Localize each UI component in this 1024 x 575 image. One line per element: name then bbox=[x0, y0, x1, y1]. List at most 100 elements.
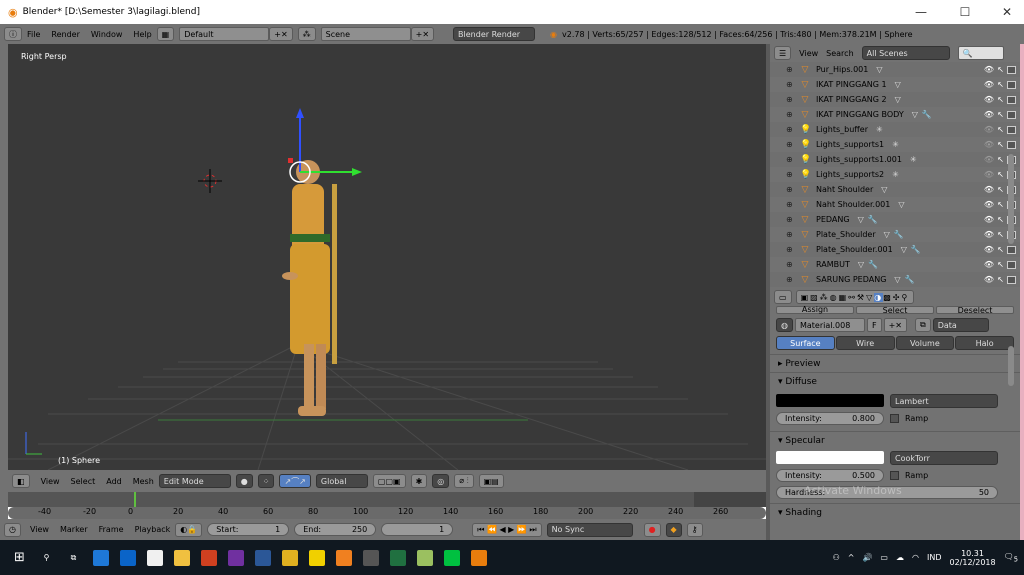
object-name[interactable]: Lights_supports1 bbox=[816, 140, 884, 149]
material-name-field[interactable]: Material.008 bbox=[794, 318, 865, 332]
expand-icon[interactable]: ⊕ bbox=[786, 125, 793, 134]
outliner-item[interactable]: ⊕ ▽ PEDANG ▽ 🔧 👁 ↖ bbox=[770, 212, 1020, 227]
object-name[interactable]: Lights_buffer bbox=[816, 125, 868, 134]
visibility-eye-icon[interactable]: 👁 bbox=[984, 260, 994, 269]
visibility-eye-icon[interactable]: 👁 bbox=[984, 110, 994, 119]
diffuse-panel-header[interactable]: ▾ Diffuse bbox=[770, 372, 1020, 390]
outliner-item[interactable]: ⊕ 💡 Lights_supports2 ✳ 👁 ↖ bbox=[770, 167, 1020, 182]
menu-add[interactable]: Add bbox=[106, 477, 122, 486]
menu-search[interactable]: Search bbox=[826, 49, 853, 58]
outliner-item[interactable]: ⊕ ▽ Plate_Shoulder.001 ▽ 🔧 👁 ↖ bbox=[770, 242, 1020, 257]
notification-center-icon[interactable]: 🗨5 bbox=[1004, 552, 1018, 564]
visibility-eye-icon[interactable]: 👁 bbox=[984, 65, 994, 74]
diffuse-shader-dropdown[interactable]: Lambert bbox=[890, 394, 998, 408]
maximize-button[interactable]: ☐ bbox=[948, 0, 982, 24]
outliner-item[interactable]: ⊕ 💡 Lights_buffer ✳ 👁 ↖ bbox=[770, 122, 1020, 137]
visibility-eye-icon[interactable]: 👁 bbox=[984, 80, 994, 89]
screen-layout-field[interactable]: Default bbox=[179, 27, 270, 41]
specular-shader-dropdown[interactable]: CookTorr bbox=[890, 451, 998, 465]
visibility-eye-icon[interactable]: 👁 bbox=[984, 245, 994, 254]
select-mode-buttons[interactable]: ▢▢▣ bbox=[372, 474, 406, 488]
expand-icon[interactable]: ⊕ bbox=[786, 65, 793, 74]
object-name[interactable]: Naht Shoulder bbox=[816, 185, 873, 194]
line-taskbar-button[interactable] bbox=[438, 540, 465, 575]
properties-scrollbar[interactable] bbox=[1008, 346, 1014, 386]
current-frame-marker[interactable] bbox=[134, 492, 136, 507]
new-material-button[interactable]: +✕ bbox=[883, 318, 907, 332]
material-tab-icon[interactable]: ◑ bbox=[874, 292, 884, 302]
object-name[interactable]: Naht Shoulder.001 bbox=[816, 200, 890, 209]
selectable-cursor-icon[interactable]: ↖ bbox=[997, 215, 1004, 224]
editor-type-properties-button[interactable]: ▭ bbox=[774, 290, 792, 304]
chrome-taskbar-button[interactable] bbox=[276, 540, 303, 575]
expand-icon[interactable]: ⊕ bbox=[786, 95, 793, 104]
visibility-eye-icon[interactable]: 👁 bbox=[984, 155, 994, 164]
selectable-cursor-icon[interactable]: ↖ bbox=[997, 200, 1004, 209]
orientation-dropdown[interactable]: Global bbox=[315, 474, 368, 488]
timeline-ruler[interactable]: -40 -20 0 20 40 60 80 100 120 140 160 180 200 220 240 2… bbox=[8, 507, 766, 519]
file-explorer-taskbar-button[interactable] bbox=[168, 540, 195, 575]
expand-icon[interactable]: ⊕ bbox=[786, 110, 793, 119]
notepad-plus-taskbar-button[interactable] bbox=[411, 540, 438, 575]
mesh-data-icon[interactable]: ▽ bbox=[898, 200, 904, 209]
object-name[interactable]: Plate_Shoulder.001 bbox=[816, 245, 893, 254]
object-name[interactable]: Plate_Shoulder bbox=[816, 230, 876, 239]
menu-frame[interactable]: Frame bbox=[99, 525, 124, 534]
expand-icon[interactable]: ⊕ bbox=[786, 155, 793, 164]
expand-icon[interactable]: ⊕ bbox=[786, 215, 793, 224]
expand-icon[interactable]: ⊕ bbox=[786, 200, 793, 209]
specular-panel-header[interactable]: ▾ Specular bbox=[770, 431, 1020, 449]
timeline-strip[interactable] bbox=[8, 492, 766, 507]
object-name[interactable]: SARUNG PEDANG bbox=[816, 275, 886, 284]
outliner-item[interactable]: ⊕ 💡 Lights_supports1.001 ✳ 👁 ↖ bbox=[770, 152, 1020, 167]
link-dropdown[interactable]: Data bbox=[932, 318, 989, 332]
battery-icon[interactable]: ▭ bbox=[880, 553, 888, 562]
visibility-eye-icon[interactable]: 👁 bbox=[984, 275, 994, 284]
visibility-eye-icon[interactable]: 👁 bbox=[984, 95, 994, 104]
visibility-eye-icon[interactable]: 👁 bbox=[984, 200, 994, 209]
selectable-cursor-icon[interactable]: ↖ bbox=[997, 245, 1004, 254]
menu-select[interactable]: Select bbox=[71, 477, 96, 486]
menu-view[interactable]: View bbox=[41, 477, 60, 486]
add-scene-button[interactable]: +✕ bbox=[410, 27, 435, 41]
outliner-item[interactable]: ⊕ ▽ Naht Shoulder ▽ 👁 ↖ bbox=[770, 182, 1020, 197]
task-view-icon[interactable]: ⧉ bbox=[60, 540, 87, 575]
outliner-item[interactable]: ⊕ ▽ Pur_Hips.001 ▽ 👁 ↖ bbox=[770, 62, 1020, 77]
mesh-data-icon[interactable]: ▽ bbox=[881, 185, 887, 194]
mesh-data-icon[interactable]: ▽ bbox=[858, 260, 864, 269]
menu-mesh[interactable]: Mesh bbox=[133, 477, 154, 486]
powerpoint-taskbar-button[interactable] bbox=[195, 540, 222, 575]
end-frame-field[interactable]: End: 250 bbox=[294, 523, 377, 536]
playback-controls[interactable]: ⏮ ⏪ ◀ ▶ ⏩ ⏭ bbox=[472, 522, 542, 537]
object-name[interactable]: IKAT PINGGANG 2 bbox=[816, 95, 887, 104]
diffuse-ramp-checkbox[interactable] bbox=[890, 414, 899, 423]
record-button[interactable]: ● bbox=[643, 522, 661, 537]
start-button[interactable]: ⊞ bbox=[6, 540, 33, 575]
pivot-dropdown[interactable]: ⁘ bbox=[257, 474, 275, 488]
selectable-cursor-icon[interactable]: ↖ bbox=[997, 155, 1004, 164]
display-mode-dropdown[interactable]: All Scenes bbox=[861, 46, 950, 60]
language-indicator[interactable]: IND bbox=[927, 553, 942, 562]
modifier-icon[interactable]: 🔧 bbox=[868, 215, 878, 224]
render-camera-icon[interactable] bbox=[1007, 110, 1016, 119]
render-camera-icon[interactable] bbox=[1007, 65, 1016, 74]
search-icon[interactable]: ⚲ bbox=[33, 540, 60, 575]
outliner-scrollbar[interactable] bbox=[1008, 154, 1014, 244]
mode-dropdown[interactable]: Edit Mode bbox=[158, 474, 231, 488]
diffuse-color-swatch[interactable] bbox=[776, 394, 884, 407]
proportional-edit-dropdown[interactable]: ◎ bbox=[432, 474, 450, 488]
outliner-item[interactable]: ⊕ ▽ SARUNG PEDANG ▽ 🔧 👁 ↖ bbox=[770, 272, 1020, 287]
outliner-item[interactable]: ⊕ ▽ Naht Shoulder.001 ▽ 👁 ↖ bbox=[770, 197, 1020, 212]
expand-icon[interactable]: ⊕ bbox=[786, 170, 793, 179]
expand-icon[interactable]: ⊕ bbox=[786, 245, 793, 254]
add-screen-button[interactable]: +✕ bbox=[269, 27, 293, 41]
selectable-cursor-icon[interactable]: ↖ bbox=[997, 275, 1004, 284]
mesh-data-icon[interactable]: ▽ bbox=[895, 95, 901, 104]
render-camera-icon[interactable] bbox=[1007, 140, 1016, 149]
mesh-data-icon[interactable]: ▽ bbox=[858, 215, 864, 224]
store-taskbar-button[interactable] bbox=[141, 540, 168, 575]
minimize-button[interactable]: — bbox=[904, 0, 938, 24]
object-name[interactable]: RAMBUT bbox=[816, 260, 850, 269]
specular-intensity-slider[interactable]: Intensity: 0.500 bbox=[776, 469, 884, 482]
selectable-cursor-icon[interactable]: ↖ bbox=[997, 65, 1004, 74]
